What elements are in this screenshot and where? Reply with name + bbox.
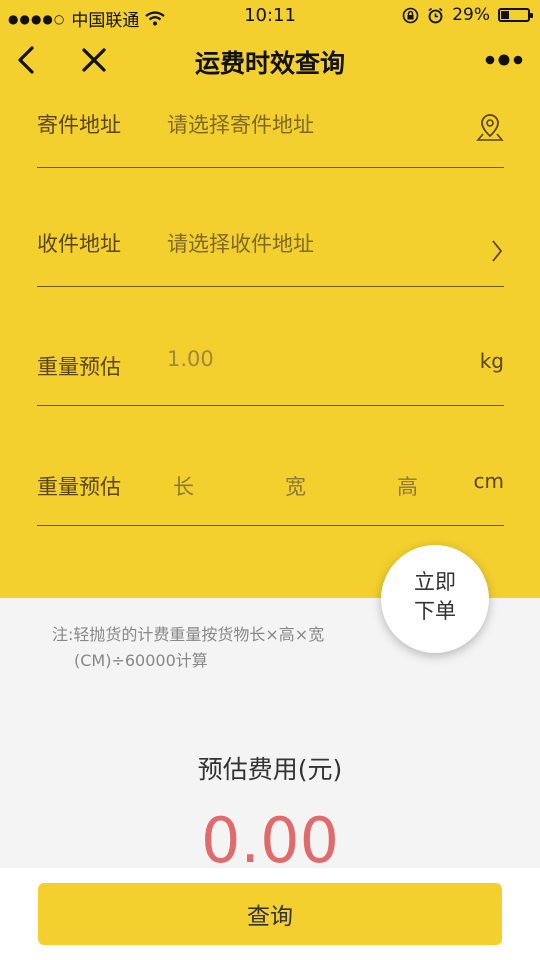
weight-label: 重量预估 bbox=[37, 355, 121, 379]
status-bar: ●●●●○ 中国联通 10:11 29% bbox=[0, 0, 540, 32]
weight-unit: kg bbox=[479, 349, 504, 373]
order-now-line1: 立即 bbox=[414, 570, 456, 594]
query-button[interactable]: 查询 bbox=[38, 883, 502, 945]
battery-icon bbox=[498, 8, 533, 22]
dimensions-label: 重量预估 bbox=[37, 475, 121, 499]
weight-input[interactable]: 1.00 bbox=[167, 347, 214, 371]
chevron-right-icon[interactable] bbox=[490, 238, 504, 264]
receiver-address-row[interactable]: 收件地址 请选择收件地址 bbox=[37, 216, 504, 287]
receiver-address-input[interactable]: 请选择收件地址 bbox=[167, 228, 314, 258]
sender-address-row[interactable]: 寄件地址 请选择寄件地址 bbox=[37, 97, 504, 168]
estimated-fee-value: 0.00 bbox=[200, 804, 340, 877]
location-pin-icon[interactable] bbox=[476, 113, 504, 143]
sender-address-input[interactable]: 请选择寄件地址 bbox=[167, 109, 314, 139]
dimensions-row[interactable]: 重量预估 长 宽 高 cm bbox=[37, 455, 504, 526]
weight-row[interactable]: 重量预估 1.00 kg bbox=[37, 335, 504, 406]
nav-bar: 运费时效查询 bbox=[0, 32, 540, 90]
order-now-line2: 下单 bbox=[414, 599, 456, 623]
height-input[interactable]: 高 bbox=[397, 471, 418, 501]
more-icon[interactable] bbox=[484, 50, 524, 70]
estimated-fee-label: 预估费用(元) bbox=[197, 755, 343, 784]
order-now-button[interactable]: 立即 下单 bbox=[381, 545, 489, 653]
width-input[interactable]: 宽 bbox=[285, 471, 306, 501]
note-line1: 注:轻抛货的计费重量按货物长×高×宽 bbox=[52, 625, 325, 644]
alarm-icon bbox=[428, 7, 443, 23]
sender-address-label: 寄件地址 bbox=[37, 113, 121, 137]
battery-percent: 29% bbox=[452, 5, 490, 25]
rotation-lock-icon bbox=[402, 7, 419, 23]
note-line2: (CM)÷60000计算 bbox=[74, 651, 208, 670]
volume-weight-note: 注:轻抛货的计费重量按货物长×高×宽 (CM)÷60000计算 bbox=[52, 622, 382, 674]
receiver-address-label: 收件地址 bbox=[37, 232, 121, 256]
page-title: 运费时效查询 bbox=[194, 49, 345, 78]
dimensions-unit: cm bbox=[473, 469, 504, 493]
length-input[interactable]: 长 bbox=[173, 471, 194, 501]
